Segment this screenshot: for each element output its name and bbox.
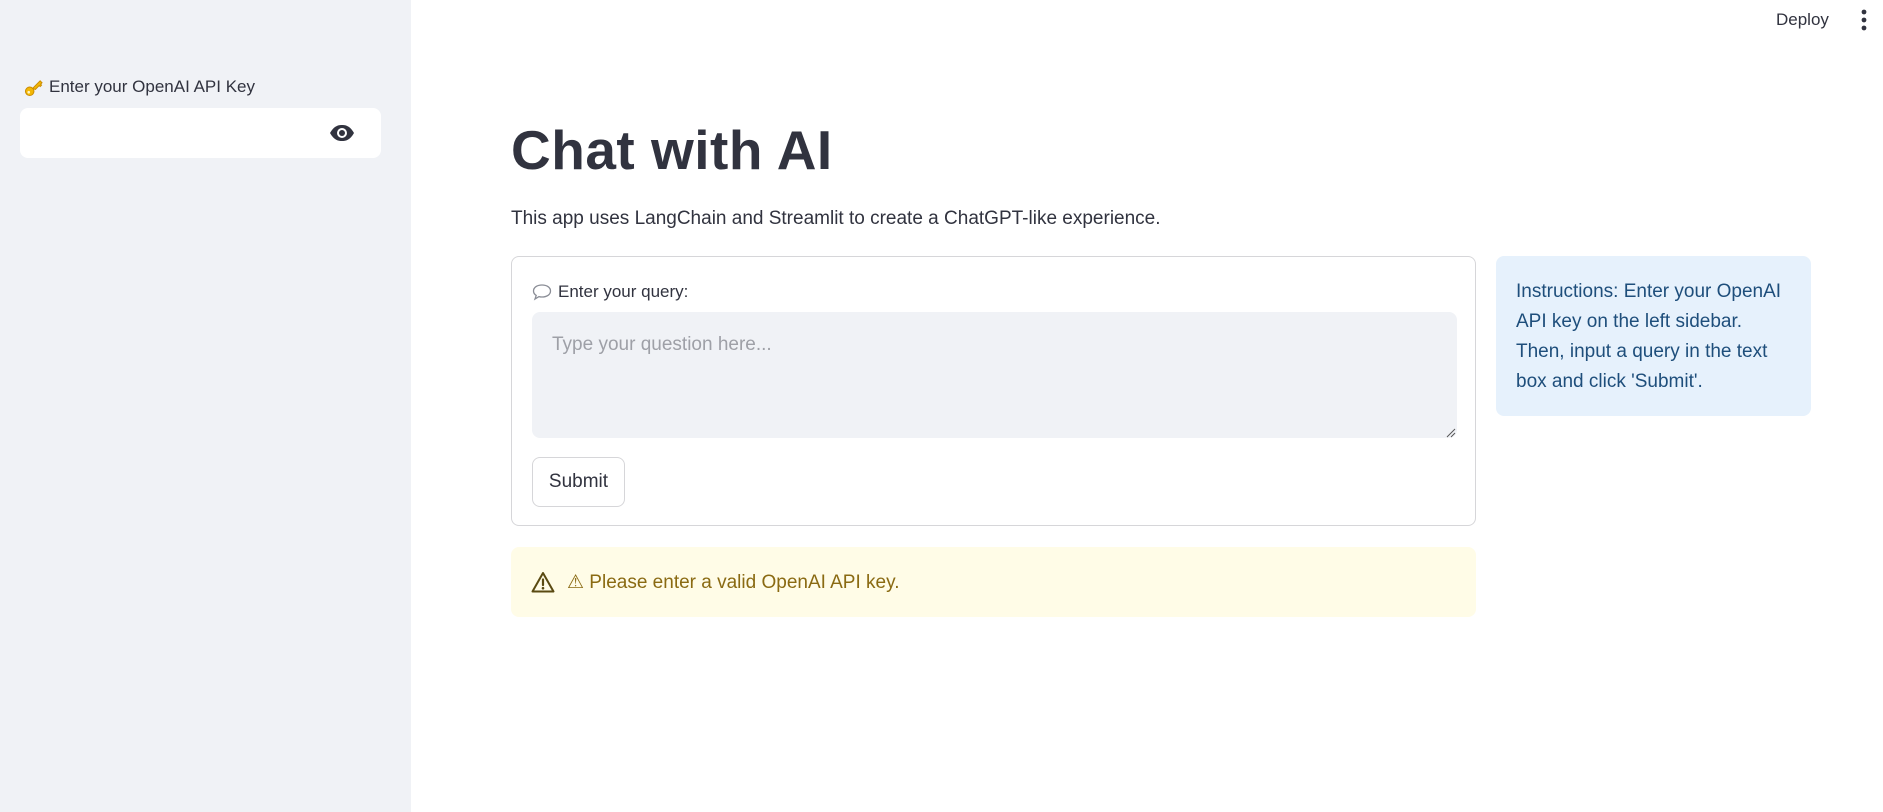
api-key-label: Enter your OpenAI API Key (24, 77, 255, 97)
deploy-button[interactable]: Deploy (1770, 6, 1835, 34)
instructions-text: Instructions: Enter your OpenAI API key … (1516, 281, 1782, 392)
query-label-text: Enter your query: (558, 282, 689, 301)
instructions-info-box: Instructions: Enter your OpenAI API key … (1496, 256, 1811, 416)
key-icon (24, 78, 43, 97)
sidebar: Enter your OpenAI API Key (0, 0, 411, 812)
deploy-label: Deploy (1776, 10, 1829, 29)
api-key-input[interactable] (20, 108, 325, 158)
app-root: Enter your OpenAI API Key Deploy Chat wi… (0, 0, 1883, 812)
more-vertical-icon[interactable] (1850, 6, 1878, 34)
page-subtitle: This app uses LangChain and Streamlit to… (511, 208, 1161, 229)
query-label: Enter your query: (532, 282, 688, 302)
page-title: Chat with AI (511, 119, 833, 181)
resize-handle-icon[interactable] (1446, 425, 1456, 438)
query-textarea[interactable] (532, 312, 1457, 438)
warning-text: ⚠ Please enter a valid OpenAI API key. (567, 571, 900, 593)
speech-bubble-icon (532, 283, 552, 301)
api-key-label-text: Enter your OpenAI API Key (49, 77, 256, 96)
api-key-field (20, 108, 381, 158)
submit-button[interactable]: Submit (532, 457, 625, 507)
query-form: Enter your query: Submit (511, 256, 1476, 526)
api-key-warning: ⚠ Please enter a valid OpenAI API key. (511, 547, 1476, 617)
warning-icon (531, 571, 555, 593)
eye-icon[interactable] (325, 116, 359, 150)
